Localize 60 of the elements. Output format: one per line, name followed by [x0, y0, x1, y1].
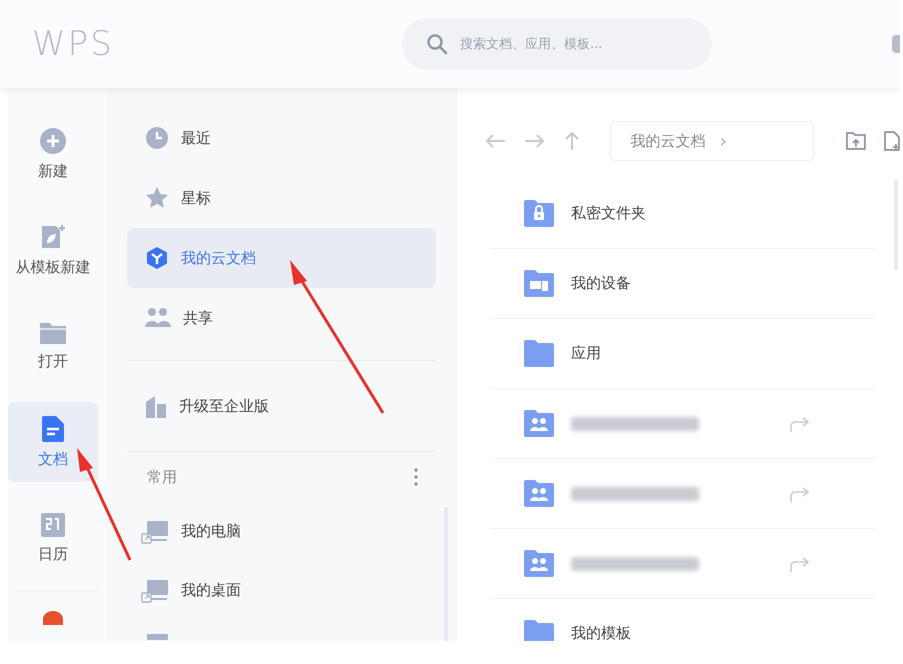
people-folder-icon: [523, 478, 555, 508]
folder-icon: [523, 338, 555, 368]
rail-item[interactable]: 日历: [8, 498, 98, 578]
star-icon: [145, 186, 169, 210]
breadcrumb-item[interactable]: 我的云文档: [630, 132, 706, 150]
breadcrumb-field[interactable]: 我的云文档 ›: [610, 121, 814, 161]
rail-item[interactable]: 文档: [8, 402, 98, 482]
nav-item[interactable]: 星标: [127, 168, 436, 228]
computer-shortcut-icon: [141, 578, 169, 604]
clock-icon: [145, 126, 169, 150]
more-icon: [414, 468, 418, 486]
file-name: 我的设备: [571, 274, 631, 293]
nav-item[interactable]: 共享: [127, 288, 436, 348]
people-folder-icon: [523, 548, 555, 578]
share-icon: [789, 554, 811, 572]
file-row[interactable]: 我的设备: [490, 249, 876, 319]
rail-item-label: 打开: [38, 352, 68, 371]
folder-icon: [523, 618, 555, 641]
rail-item-label: 新建: [38, 162, 68, 181]
back-arrow-icon: [484, 133, 506, 149]
people-icon: [145, 307, 171, 329]
rail-item[interactable]: 从模板新建: [8, 210, 98, 290]
file-name: 应用: [571, 344, 601, 363]
cube-icon: [145, 246, 169, 270]
share-icon: [789, 414, 811, 432]
file-row[interactable]: 私密文件夹: [490, 179, 876, 249]
chevron-icon: ›: [720, 130, 727, 152]
share-icon: [789, 484, 811, 502]
file-name: 私密文件夹: [571, 204, 646, 223]
computer-shortcut-icon: [141, 518, 169, 544]
nav-item[interactable]: 我的云文档: [127, 228, 436, 288]
people-folder-icon: [523, 408, 555, 438]
lock-folder-icon: [523, 198, 555, 228]
folder-icon: [39, 321, 67, 345]
forward-arrow-icon: [524, 133, 546, 149]
app-icon: [40, 611, 66, 625]
plus-circle-icon: [39, 127, 67, 155]
file-name: 我的模板: [571, 624, 631, 641]
rail-item-label: 从模板新建: [16, 258, 90, 277]
rail-item-label: 日历: [38, 545, 68, 564]
nav-item[interactable]: 最近: [127, 108, 436, 168]
calendar-icon: [40, 512, 66, 538]
leaf-document-icon: [39, 223, 67, 251]
rail-item[interactable]: 新建: [8, 114, 98, 194]
device-folder-icon: [523, 268, 555, 298]
nav-item[interactable]: 我的桌面: [127, 561, 436, 620]
rail-item[interactable]: 打开: [8, 306, 98, 386]
file-row[interactable]: 应用: [490, 319, 876, 389]
folder-upload-icon: [846, 132, 866, 150]
app-logo: WPS: [32, 24, 115, 64]
rail-item-label: 文档: [38, 450, 68, 469]
upgrade-item[interactable]: 升级至企业版: [127, 373, 436, 439]
nav-item[interactable]: 我的电脑: [127, 502, 436, 561]
section-title: 常用: [147, 468, 177, 486]
new-file-icon: [884, 131, 900, 151]
file-row[interactable]: 我的模板: [490, 599, 876, 641]
building-icon: [145, 394, 167, 418]
up-arrow-icon: [564, 131, 580, 151]
search-field[interactable]: 搜索文档、应用、模板...: [402, 18, 712, 70]
document-icon: [41, 415, 65, 443]
